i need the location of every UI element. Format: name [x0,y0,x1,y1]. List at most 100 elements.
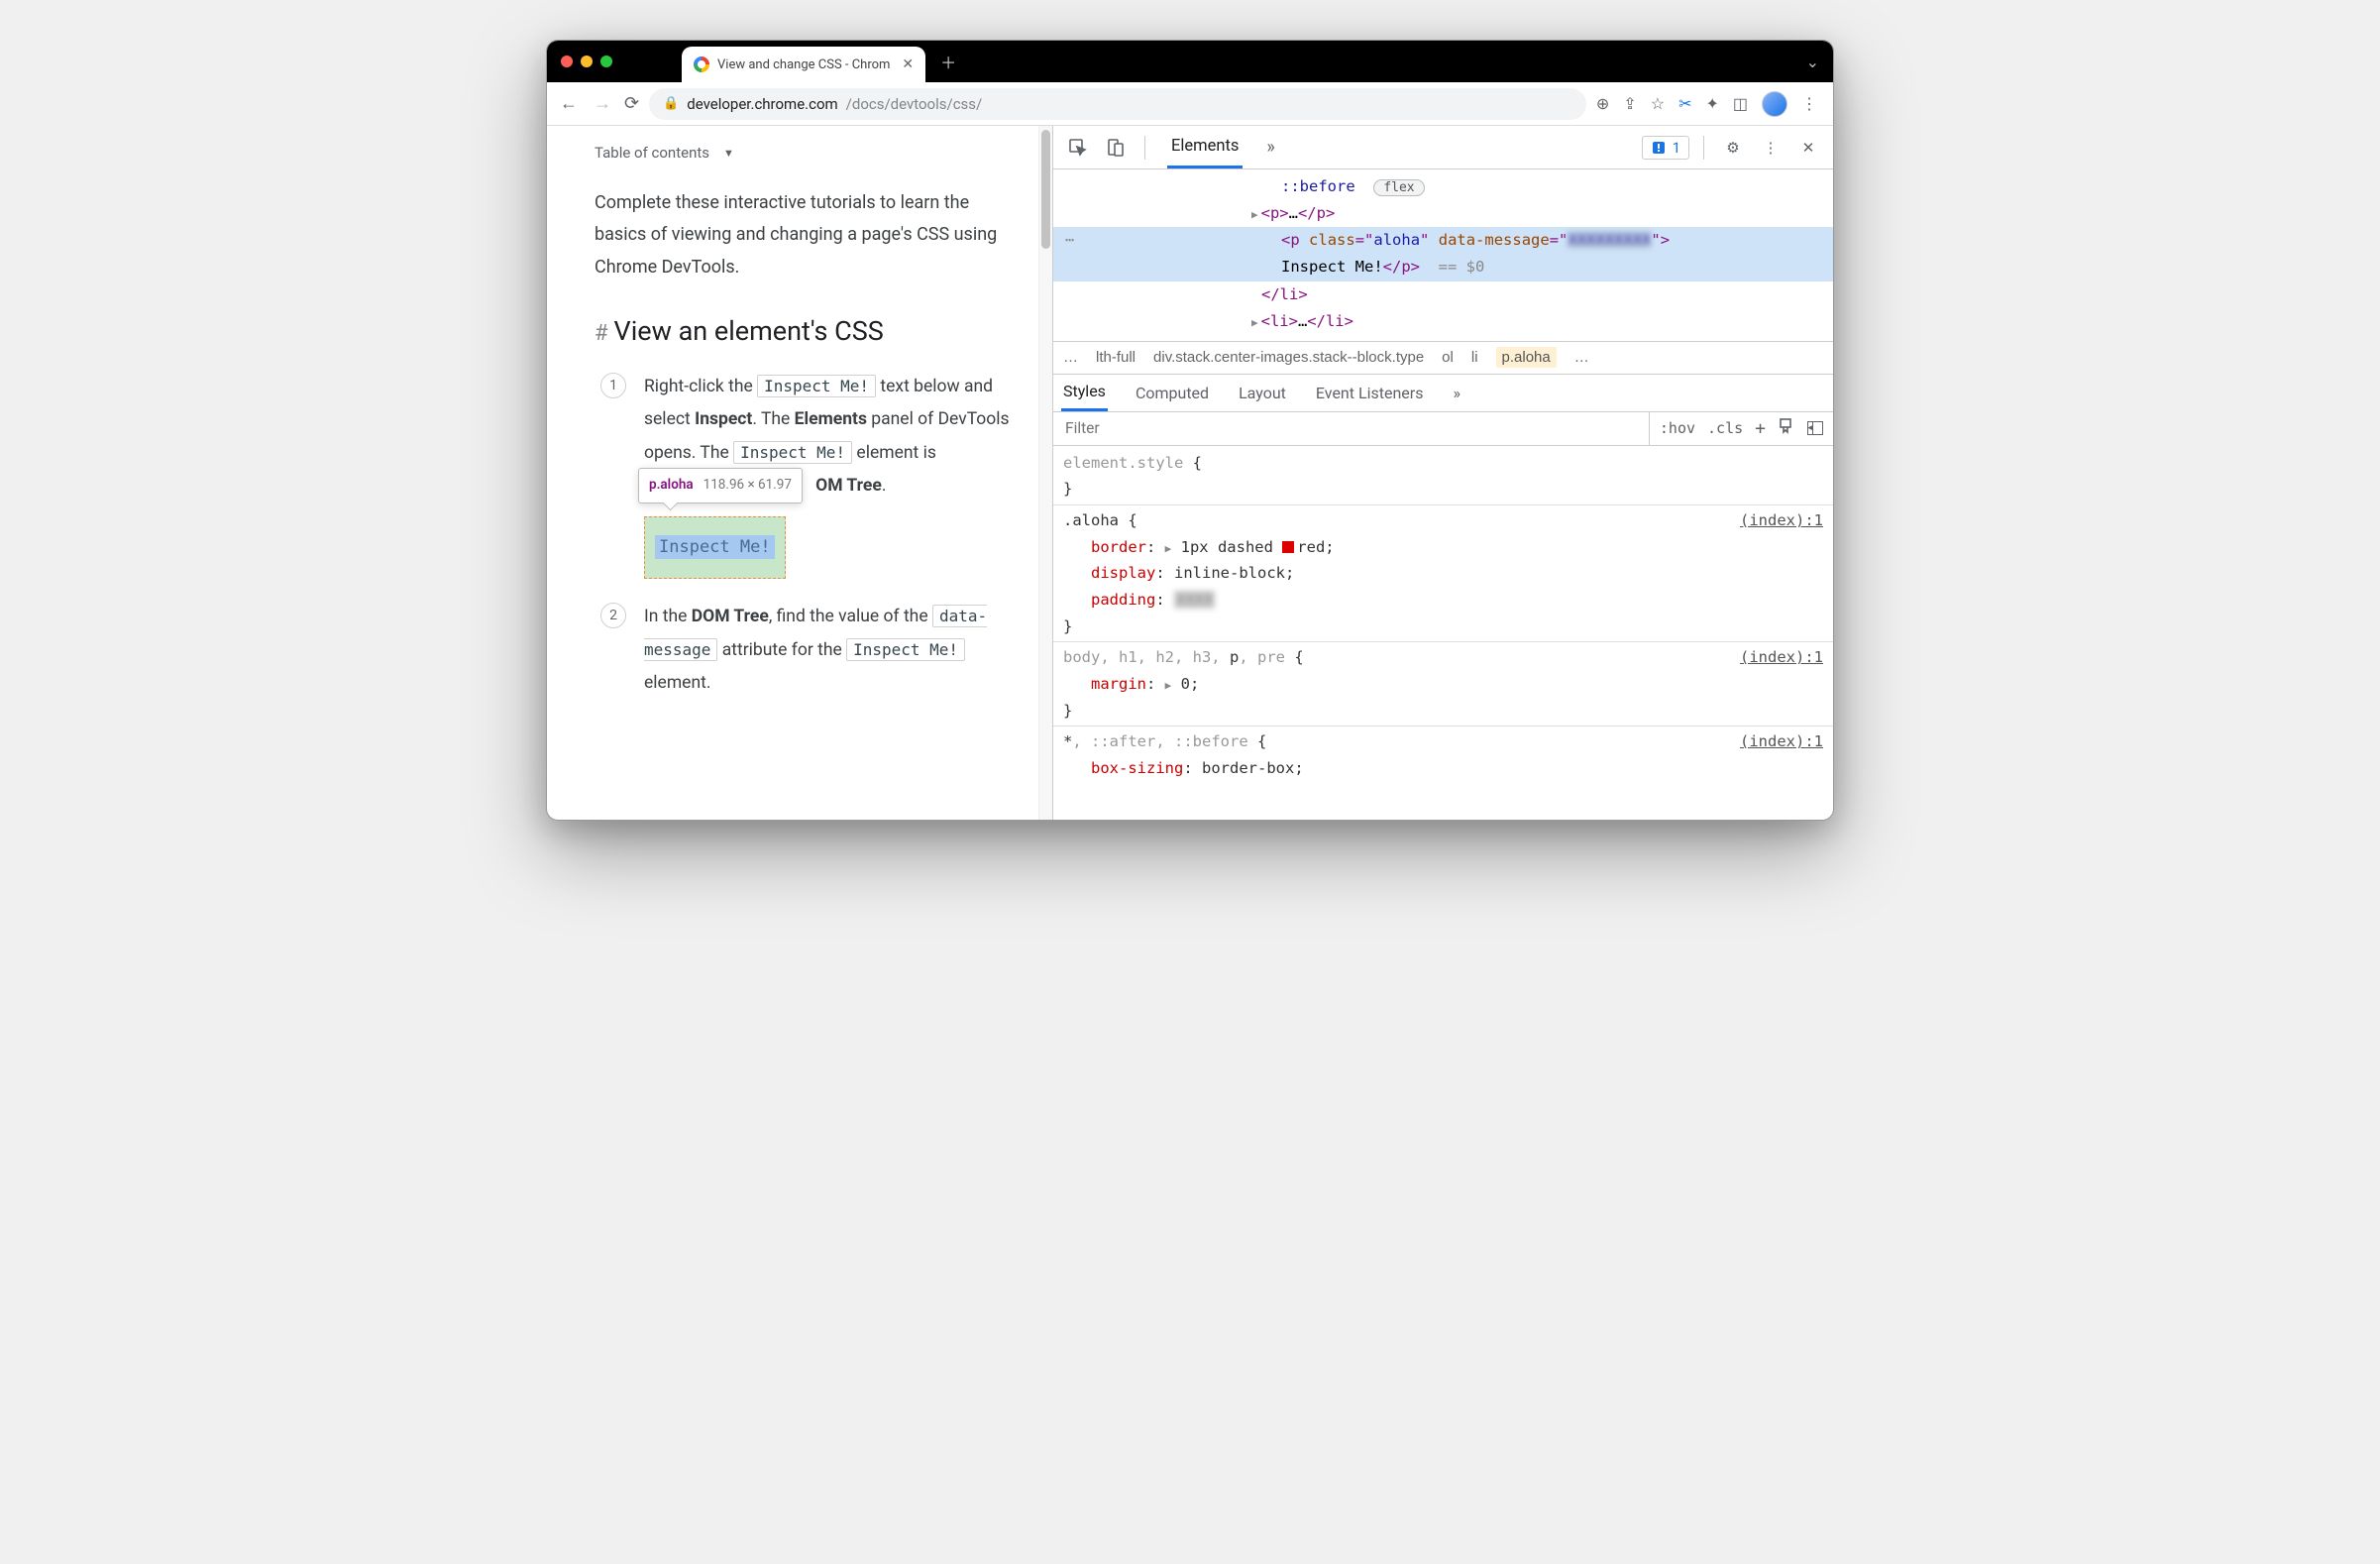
crumb[interactable]: lth-full [1096,349,1136,366]
inspect-me-element[interactable]: Inspect Me! [644,516,786,579]
browser-tab[interactable]: View and change CSS - Chrom ✕ [682,47,925,82]
browser-toolbar: ← → ⟳ 🔒 developer.chrome.com/docs/devtoo… [547,82,1833,126]
devtools-header: Elements » 1 ⚙ ⋮ ✕ [1053,126,1833,169]
text: Right-click the [644,377,757,396]
dollar-zero: == $0 [1439,258,1485,276]
styles-tab[interactable]: Styles [1061,374,1108,411]
toc-label: Table of contents [595,144,709,162]
text: . The [752,409,794,429]
settings-gear-icon[interactable]: ⚙ [1718,133,1748,163]
bold: OM Tree [815,476,882,496]
device-toggle-icon[interactable] [1101,133,1131,163]
window-titlebar: View and change CSS - Chrom ✕ ＋ ⌄ [547,41,1833,82]
bold: Inspect [695,409,752,429]
lock-icon: 🔒 [663,96,679,111]
styles-filter-input[interactable] [1053,419,1649,437]
window-menu-chevron-icon[interactable]: ⌄ [1806,53,1819,71]
inspect-tooltip: p.aloha 118.96 × 61.97 [638,468,803,503]
tag: </li> [1261,285,1308,303]
step-1: 1 Right-click the Inspect Me! text below… [600,371,1027,579]
hash-anchor-icon[interactable]: # [595,321,608,346]
tabs-overflow-icon[interactable]: » [1451,376,1462,410]
dom-tree[interactable]: ::before flex ▶<p>…</p> ⋯ <p class="aloh… [1053,169,1833,341]
reload-button[interactable]: ⟳ [624,93,639,114]
scissors-extension-icon[interactable]: ✂︎ [1678,94,1691,113]
new-rule-icon[interactable]: + [1755,418,1766,439]
selector: , ::after, ::before [1072,732,1247,750]
event-listeners-tab[interactable]: Event Listeners [1314,376,1426,410]
computed-tab[interactable]: Computed [1134,376,1211,410]
selector: , pre [1239,648,1285,666]
steps-list: 1 Right-click the Inspect Me! text below… [595,357,1027,700]
inspect-element-icon[interactable] [1063,133,1093,163]
flex-badge[interactable]: flex [1373,179,1424,196]
close-devtools-icon[interactable]: ✕ [1793,133,1823,163]
expand-caret-icon[interactable]: ▶ [1251,316,1261,329]
issues-badge[interactable]: 1 [1642,136,1689,160]
crumb-selected[interactable]: p.aloha [1496,347,1557,368]
expand-caret-icon[interactable]: ▶ [1251,208,1261,221]
styles-body[interactable]: element.style {} (index):1 .aloha { bord… [1053,446,1833,820]
issues-count: 1 [1673,139,1680,157]
crumb-overflow[interactable]: … [1574,349,1589,366]
tooltip-selector: p.aloha [649,473,694,499]
brush-icon[interactable] [1778,417,1795,439]
attr-name: class [1309,231,1355,249]
extensions-icon[interactable]: ✦ [1705,94,1718,113]
back-button[interactable]: ← [557,93,581,114]
chrome-favicon-icon [694,56,709,72]
crumb[interactable]: li [1471,349,1478,366]
step-number: 2 [600,603,626,628]
selected-dom-row[interactable]: ⋯ <p class="aloha" data-message="XXXXXXX… [1053,227,1833,280]
pseudo-before: ::before [1281,177,1355,195]
source-link[interactable]: (index):1 [1740,644,1823,671]
maximize-window-button[interactable] [600,56,612,67]
browser-menu-icon[interactable]: ⋮ [1801,94,1817,113]
styles-tabs: Styles Computed Layout Event Listeners » [1053,375,1833,412]
zoom-icon[interactable]: ⊕ [1596,94,1609,113]
text-node: Inspect Me! [1281,258,1383,276]
dom-breadcrumb[interactable]: … lth-full div.stack.center-images.stack… [1053,341,1833,375]
address-bar[interactable]: 🔒 developer.chrome.com/docs/devtools/css… [649,88,1586,120]
divider [1144,136,1145,160]
row-actions-icon[interactable]: ⋯ [1065,227,1074,254]
crumb[interactable]: ol [1442,349,1454,366]
tabs-overflow-icon[interactable]: » [1266,137,1274,158]
share-icon[interactable]: ⇪ [1623,94,1636,113]
toc-toggle[interactable]: Table of contents ▼ [595,144,1027,177]
close-window-button[interactable] [561,56,573,67]
source-link[interactable]: (index):1 [1740,507,1823,534]
crumb[interactable]: div.stack.center-images.stack--block.typ… [1153,349,1424,366]
new-tab-button[interactable]: ＋ [935,49,961,74]
prop-name: padding [1091,591,1155,609]
heading-row: # View an element's CSS [595,297,1027,357]
sidepanel-icon[interactable]: ◫ [1733,94,1748,113]
divider [1703,136,1704,160]
tag: </p> [1298,204,1335,222]
scrollbar[interactable] [1038,126,1052,820]
devtools-menu-icon[interactable]: ⋮ [1756,133,1785,163]
tag-name: p [1290,231,1299,249]
source-link[interactable]: (index):1 [1740,728,1823,755]
color-swatch-icon[interactable] [1282,541,1294,553]
close-tab-icon[interactable]: ✕ [902,56,914,72]
profile-avatar[interactable] [1762,91,1787,117]
star-icon[interactable]: ☆ [1651,94,1665,113]
prop-value: red [1297,538,1325,556]
text: . [882,476,887,496]
cls-toggle[interactable]: .cls [1707,419,1743,437]
filter-tools: :hov .cls + ◀ [1649,412,1833,445]
hov-toggle[interactable]: :hov [1660,419,1695,437]
selector: p [1230,648,1239,666]
chevron-down-icon: ▼ [723,147,734,160]
scrollbar-thumb[interactable] [1041,130,1050,249]
layout-tab[interactable]: Layout [1237,376,1288,410]
computed-sidebar-icon[interactable]: ◀ [1807,421,1823,435]
selector: * [1063,732,1072,750]
text: … [1298,312,1307,330]
crumb-overflow[interactable]: … [1063,349,1078,366]
step-number: 1 [600,373,626,398]
selector: element.style [1063,454,1183,472]
minimize-window-button[interactable] [581,56,593,67]
elements-tab[interactable]: Elements [1167,127,1243,168]
